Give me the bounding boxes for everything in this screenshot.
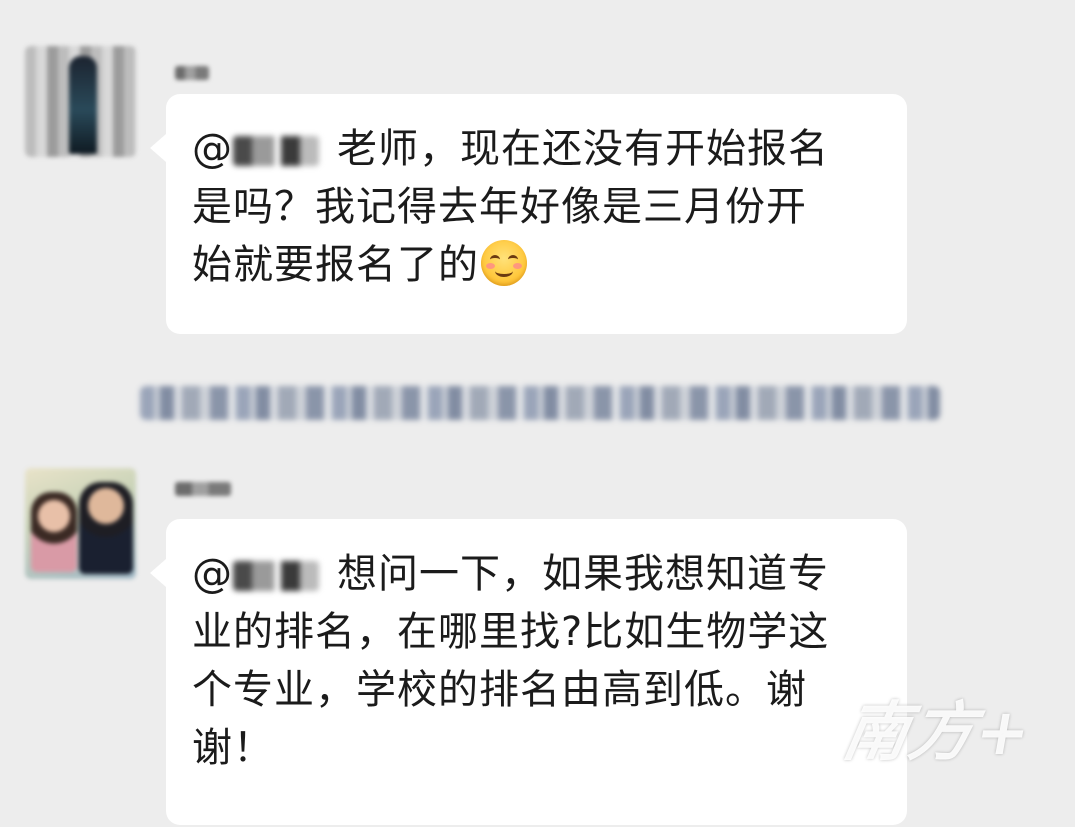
avatar-person <box>79 482 133 574</box>
message-line: 是吗？我记得去年好像是三月份开 <box>192 178 883 236</box>
message-text: 业的排名，在哪里找?比如生物学这 <box>192 609 830 655</box>
mention-at: @ <box>192 551 233 597</box>
message-text: 个专业，学校的排名由高到低。谢 <box>192 667 807 713</box>
message-bubble[interactable]: @ 想问一下，如果我想知道专 业的排名，在哪里找?比如生物学这 个专业，学校的排名… <box>150 519 907 825</box>
sender-avatar[interactable] <box>25 46 136 157</box>
message-line: 始就要报名了的 <box>192 236 883 294</box>
sender-nickname-blurred <box>175 482 231 496</box>
message-text: 是吗？我记得去年好像是三月份开 <box>192 184 807 230</box>
system-notice-blurred <box>140 386 940 420</box>
mention-at: @ <box>192 126 233 172</box>
message-line: @ 想问一下，如果我想知道专 <box>192 545 883 603</box>
mention-name-blurred <box>233 136 319 166</box>
smiling-face-emoji-icon <box>481 240 527 286</box>
message-line: 个专业，学校的排名由高到低。谢 <box>192 661 883 719</box>
nanfang-plus-watermark: 南方+ <box>837 695 1039 770</box>
message-text: 老师，现在还没有开始报名 <box>337 126 829 172</box>
message-text: 想问一下，如果我想知道专 <box>337 551 829 597</box>
message-line: @ 老师，现在还没有开始报名 <box>192 120 883 178</box>
message-text: 谢！ <box>192 725 274 771</box>
message-bubble[interactable]: @ 老师，现在还没有开始报名 是吗？我记得去年好像是三月份开 始就要报名了的 <box>150 94 907 334</box>
avatar-person <box>31 492 77 572</box>
message-line: 业的排名，在哪里找?比如生物学这 <box>192 603 883 661</box>
message-text: 始就要报名了的 <box>192 242 479 288</box>
sender-avatar[interactable] <box>25 468 136 579</box>
sender-nickname-blurred <box>175 66 209 80</box>
mention-name-blurred <box>233 561 319 591</box>
message-line: 谢！ <box>192 719 883 777</box>
avatar-figure <box>69 56 97 154</box>
